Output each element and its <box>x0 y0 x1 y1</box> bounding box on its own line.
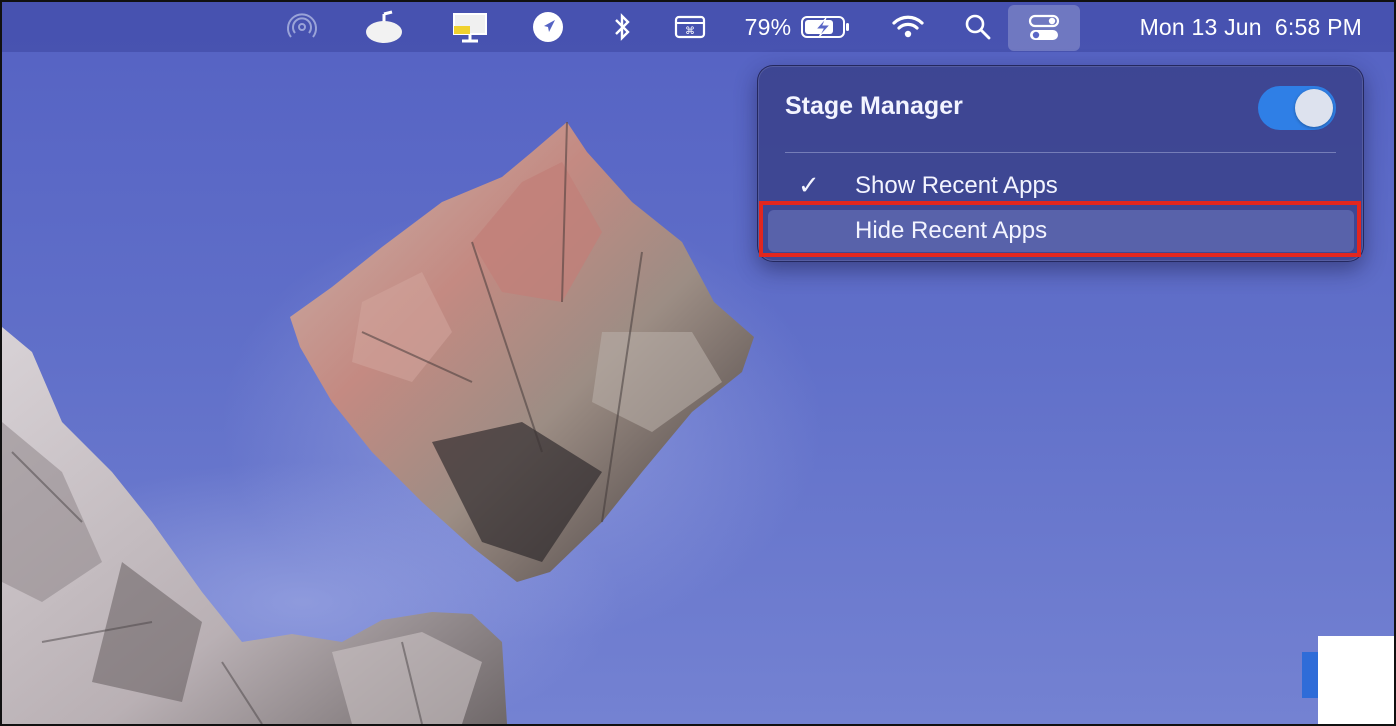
panel-divider <box>785 152 1336 153</box>
screenshot-frame: ⌘ 79% Mon 13 Jun 6:58 PM Stage Manager ✓… <box>0 0 1396 726</box>
watermark-logo <box>1302 652 1318 698</box>
bluetooth-icon[interactable] <box>608 2 636 52</box>
stage-manager-title: Stage Manager <box>785 92 963 120</box>
option-label: Show Recent Apps <box>855 172 1058 199</box>
battery-percentage: 79% <box>744 13 792 40</box>
wifi-icon[interactable] <box>888 2 928 52</box>
keyboard-icon[interactable]: ⌘ <box>672 2 708 52</box>
toggle-knob <box>1295 89 1333 127</box>
svg-text:⌘: ⌘ <box>685 26 695 37</box>
control-center-icon[interactable] <box>1008 5 1080 51</box>
stage-manager-toggle[interactable] <box>1258 86 1336 130</box>
battery-charging-icon[interactable] <box>798 2 854 52</box>
screen-display-icon[interactable] <box>448 2 492 52</box>
airdrop-icon[interactable] <box>284 2 320 52</box>
watermark-patch <box>1318 636 1394 724</box>
checkmark-icon: ✓ <box>798 170 820 200</box>
search-icon[interactable] <box>960 2 996 52</box>
datetime-label: Mon 13 Jun 6:58 PM <box>1139 13 1362 40</box>
clock[interactable]: Mon 13 Jun 6:58 PM <box>1088 2 1362 52</box>
annotation-highlight-box <box>759 201 1361 257</box>
menu-bar: ⌘ 79% Mon 13 Jun 6:58 PM <box>2 2 1394 52</box>
location-icon[interactable] <box>530 2 566 52</box>
tamagotchi-icon[interactable] <box>362 2 406 52</box>
